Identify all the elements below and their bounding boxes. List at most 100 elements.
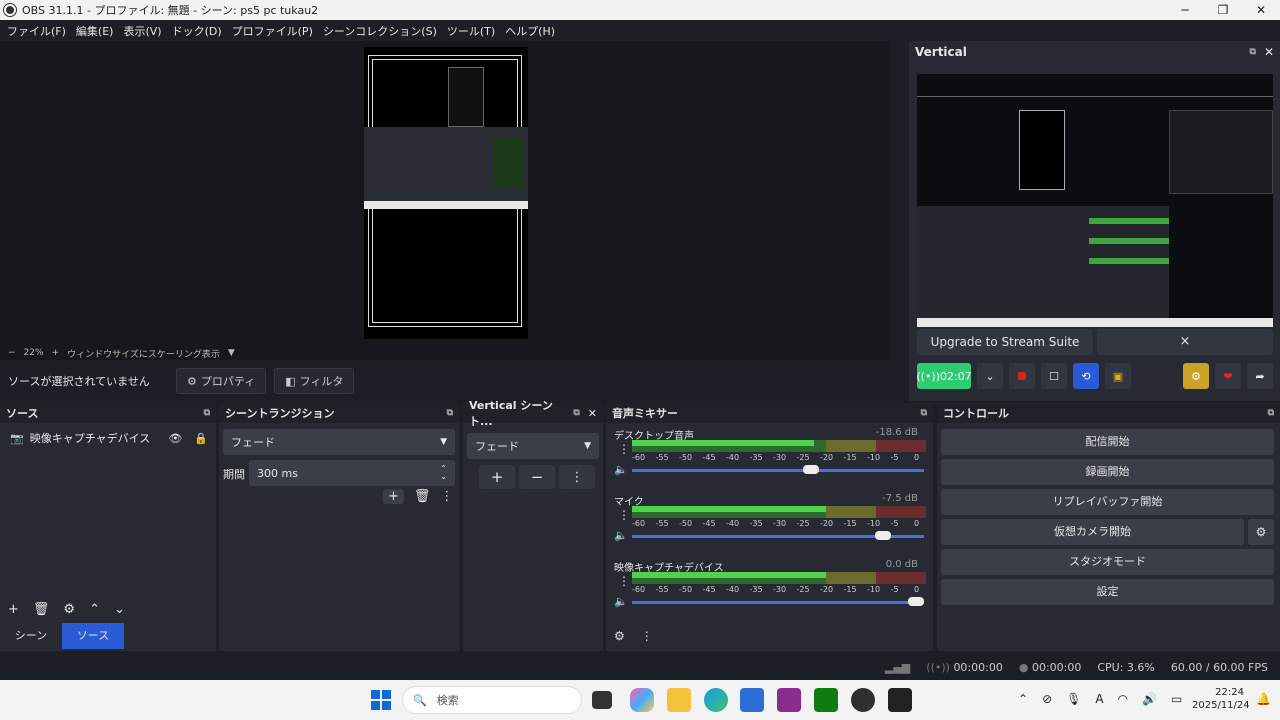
close-window-button[interactable]: ✕ bbox=[1242, 3, 1280, 17]
visibility-eye-icon[interactable]: 👁 bbox=[168, 432, 182, 445]
float-dock-icon[interactable]: ⧉ bbox=[573, 408, 579, 418]
wifi-icon[interactable]: ◠ bbox=[1118, 692, 1128, 706]
tray-overflow-chevron-icon[interactable]: ⌃ bbox=[1018, 692, 1028, 706]
move-down-icon[interactable]: ⌄ bbox=[114, 602, 125, 617]
advanced-audio-gear-icon[interactable]: ⚙ bbox=[614, 629, 625, 643]
share-icon[interactable]: ➦ bbox=[1247, 363, 1273, 389]
volume-icon[interactable]: 🔊 bbox=[1142, 692, 1157, 706]
more-options-icon[interactable]: ⋮ bbox=[559, 465, 595, 489]
track-options-icon[interactable]: ⋮ bbox=[618, 443, 630, 455]
main-preview[interactable] bbox=[0, 41, 890, 346]
store-icon[interactable] bbox=[740, 688, 764, 712]
speaker-icon[interactable]: 🔈 bbox=[614, 595, 628, 608]
volume-slider[interactable] bbox=[632, 465, 924, 474]
track-options-icon[interactable]: ⋮ bbox=[618, 509, 630, 521]
stop-square-icon[interactable]: ☐ bbox=[1041, 363, 1067, 389]
menu-profile[interactable]: プロファイル(P) bbox=[227, 23, 318, 39]
record-dot-icon[interactable] bbox=[1009, 363, 1035, 389]
replay-buffer-button[interactable]: リプレイバッファ開始 bbox=[941, 489, 1274, 515]
spin-arrows-icon[interactable]: ⌃ ⌄ bbox=[440, 465, 447, 481]
obs-taskbar-icon[interactable] bbox=[851, 688, 875, 712]
remove-source-icon[interactable]: 🗑 bbox=[33, 602, 50, 617]
scale-mode-select[interactable]: ウィンドウサイズにスケーリング表示 bbox=[67, 347, 220, 360]
taskbar-clock[interactable]: 22:24 2025/11/24 bbox=[1192, 686, 1250, 712]
float-dock-icon[interactable]: ⧉ bbox=[1250, 47, 1256, 57]
float-dock-icon[interactable]: ⧉ bbox=[1268, 408, 1274, 418]
volume-slider[interactable] bbox=[632, 531, 924, 540]
volume-slider[interactable] bbox=[632, 597, 924, 606]
menu-help[interactable]: ヘルプ(H) bbox=[500, 23, 560, 39]
more-options-icon[interactable]: ⋮ bbox=[440, 489, 453, 504]
float-dock-icon[interactable]: ⧉ bbox=[447, 408, 453, 418]
network-off-icon[interactable]: ⊘ bbox=[1042, 692, 1052, 706]
copilot-icon[interactable] bbox=[630, 688, 654, 712]
tab-scenes[interactable]: シーン bbox=[0, 623, 62, 649]
close-dock-icon[interactable]: ✕ bbox=[588, 407, 597, 420]
file-explorer-icon[interactable] bbox=[667, 688, 691, 712]
xbox-icon[interactable] bbox=[814, 688, 838, 712]
menu-file[interactable]: ファイル(F) bbox=[2, 23, 71, 39]
menu-edit[interactable]: 編集(E) bbox=[71, 23, 119, 39]
notification-bell-icon[interactable]: 🔔 bbox=[1256, 692, 1271, 706]
close-dock-icon[interactable]: ✕ bbox=[1264, 45, 1274, 59]
ime-indicator[interactable]: A bbox=[1095, 692, 1103, 706]
settings-button[interactable]: 設定 bbox=[941, 579, 1274, 605]
virtual-camera-gear-icon[interactable]: ⚙ bbox=[1248, 519, 1274, 545]
preview-canvas[interactable] bbox=[364, 47, 528, 339]
volume-slider-handle[interactable] bbox=[803, 465, 820, 474]
tab-sources[interactable]: ソース bbox=[62, 623, 124, 649]
settings-gear-icon[interactable]: ⚙ bbox=[1183, 363, 1209, 389]
start-streaming-button[interactable]: 配信開始 bbox=[941, 429, 1274, 455]
transition-type-select[interactable]: フェード ▼ bbox=[223, 429, 455, 455]
task-view-icon[interactable] bbox=[592, 691, 612, 709]
float-dock-icon[interactable]: ⧉ bbox=[921, 408, 927, 418]
add-source-icon[interactable]: + bbox=[8, 602, 19, 617]
volume-slider-handle[interactable] bbox=[908, 597, 924, 606]
source-properties-gear-icon[interactable]: ⚙ bbox=[63, 602, 75, 617]
duration-input[interactable]: 300 ms ⌃ ⌄ bbox=[249, 460, 455, 486]
add-transition-icon[interactable]: + bbox=[383, 489, 404, 504]
list-item[interactable]: 📷 映像キャプチャデバイス 👁 🔒 bbox=[0, 427, 216, 449]
remove-icon[interactable]: − bbox=[519, 465, 555, 489]
menu-view[interactable]: 表示(V) bbox=[118, 23, 166, 39]
move-up-icon[interactable]: ⌃ bbox=[89, 602, 100, 617]
menu-dock[interactable]: ドック(D) bbox=[167, 23, 227, 39]
vertical-stream-timer-button[interactable]: ((•)) 02:07 bbox=[916, 363, 972, 389]
virtual-camera-button[interactable]: 仮想カメラ開始 bbox=[941, 519, 1244, 545]
taskbar-search-box[interactable]: 🔍 検索 bbox=[402, 686, 582, 714]
chevron-down-icon[interactable]: ⌄ bbox=[977, 363, 1003, 389]
track-options-icon[interactable]: ⋮ bbox=[618, 575, 630, 587]
upgrade-stream-suite-button[interactable]: Upgrade to Stream Suite bbox=[917, 329, 1093, 355]
menu-tools[interactable]: ツール(T) bbox=[442, 23, 500, 39]
menu-scene-collection[interactable]: シーンコレクション(S) bbox=[318, 23, 442, 39]
app-icon[interactable] bbox=[777, 688, 801, 712]
windows-start-icon[interactable] bbox=[371, 690, 391, 710]
zoom-in-button[interactable]: + bbox=[52, 348, 60, 358]
edge-browser-icon[interactable] bbox=[704, 688, 728, 712]
start-recording-button[interactable]: 録画開始 bbox=[941, 459, 1274, 485]
speaker-icon[interactable]: 🔈 bbox=[614, 529, 628, 542]
microphone-icon[interactable]: 🎙 bbox=[1066, 692, 1081, 706]
properties-button[interactable]: ⚙ プロパティ bbox=[176, 368, 267, 394]
speaker-icon[interactable]: 🔈 bbox=[614, 463, 628, 476]
battery-icon[interactable]: ▭ bbox=[1171, 692, 1182, 706]
pinned-app-icon[interactable] bbox=[888, 688, 912, 712]
replay-icon[interactable]: ⟲ bbox=[1073, 363, 1099, 389]
lock-icon[interactable]: 🔒 bbox=[194, 432, 208, 445]
more-options-icon[interactable]: ⋮ bbox=[641, 629, 653, 643]
vertical-preview[interactable] bbox=[917, 74, 1273, 327]
filters-button[interactable]: ◧ フィルタ bbox=[274, 368, 355, 394]
multistream-icon[interactable]: ▣ bbox=[1105, 363, 1131, 389]
float-dock-icon[interactable]: ⧉ bbox=[204, 408, 210, 418]
dismiss-upgrade-button[interactable]: × bbox=[1097, 329, 1273, 355]
vertical-transition-select[interactable]: フェード ▼ bbox=[467, 433, 599, 459]
zoom-out-button[interactable]: − bbox=[8, 348, 16, 358]
remove-transition-icon[interactable]: 🗑 bbox=[414, 489, 431, 504]
chevron-down-icon[interactable]: ▼ bbox=[228, 348, 235, 358]
studio-mode-button[interactable]: スタジオモード bbox=[941, 549, 1274, 575]
heart-icon[interactable]: ❤ bbox=[1215, 363, 1241, 389]
add-icon[interactable]: + bbox=[479, 465, 515, 489]
volume-slider-handle[interactable] bbox=[874, 531, 891, 540]
minimize-button[interactable]: ─ bbox=[1166, 3, 1204, 17]
maximize-button[interactable]: ❐ bbox=[1204, 3, 1242, 17]
